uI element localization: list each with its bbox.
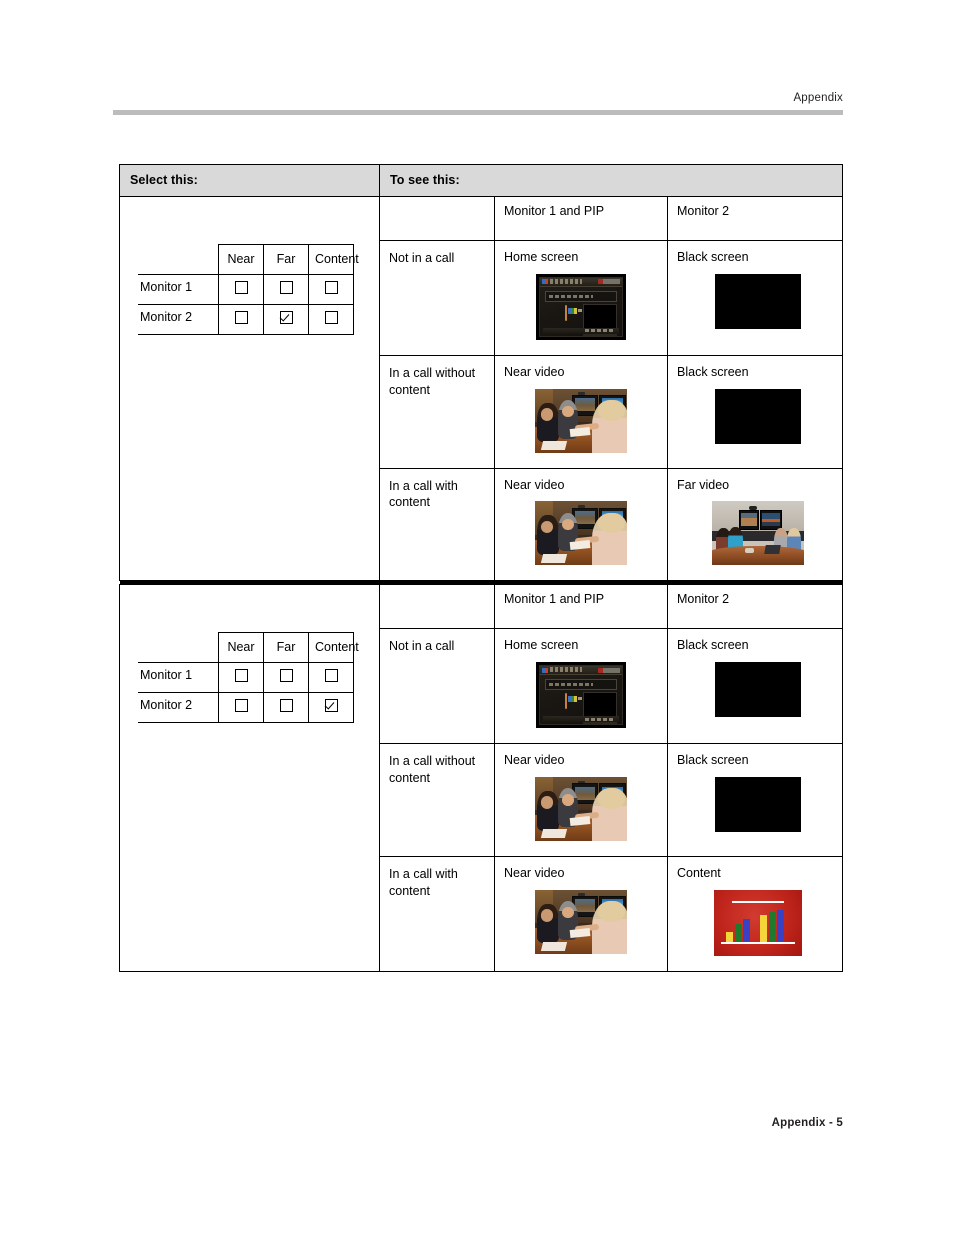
checkbox-checked-icon[interactable] <box>324 699 338 713</box>
checkbox-cell-monitor-2-far[interactable] <box>263 304 309 335</box>
select-col-header-near: Near <box>218 632 264 664</box>
near-video-thumbnail <box>535 501 627 566</box>
section-column-header-row: Near Far Content Monitor 1 Monitor 2 Monitor … <box>119 584 844 972</box>
checkbox-cell-monitor-1-content[interactable] <box>308 662 354 694</box>
select-row-label: Monitor 1 <box>138 274 219 305</box>
checkbox-unchecked-icon[interactable] <box>234 311 248 325</box>
near-video-thumbnail <box>535 388 627 453</box>
page-footer: Appendix - 5 <box>771 1117 843 1129</box>
checkbox-cell-monitor-2-content[interactable] <box>308 692 354 724</box>
call-state-label: In a call with content <box>379 855 495 972</box>
monitor2-cell: Far video <box>666 467 844 582</box>
checkbox-unchecked-icon[interactable] <box>234 699 248 713</box>
select-this-header: Select this: <box>119 164 380 197</box>
select-this-cell-2: Near Far Content Monitor 1 Monitor 2 <box>119 584 380 972</box>
monitor1-cell: Home screen <box>494 628 668 744</box>
monitor2-cell: Black screen <box>666 743 844 857</box>
black-screen-thumbnail <box>715 776 802 832</box>
call-state-label: In a call without content <box>379 743 495 857</box>
checkbox-unchecked-icon[interactable] <box>324 311 338 325</box>
monitor1-cell: Near video <box>494 743 668 857</box>
select-col-header-content: Content <box>308 244 359 275</box>
checkbox-unchecked-icon[interactable] <box>279 669 293 683</box>
checkbox-cell-monitor-1-content[interactable] <box>308 274 354 305</box>
monitor2-cell: Black screen <box>666 354 844 469</box>
section-column-header-row: Near Far Content Monitor 1 Monitor 2 Monitor … <box>119 195 844 582</box>
state-column-header <box>379 196 495 241</box>
checkbox-unchecked-icon[interactable] <box>324 281 338 295</box>
select-table-corner <box>138 632 219 664</box>
select-table-corner <box>138 244 219 275</box>
checkbox-cell-monitor-1-far[interactable] <box>263 662 309 694</box>
select-table-row: Monitor 1 <box>138 662 354 694</box>
checkbox-cell-monitor-1-near[interactable] <box>218 662 264 694</box>
monitor2-column-header: Monitor 2 <box>666 196 844 241</box>
checkbox-unchecked-icon[interactable] <box>234 669 248 683</box>
monitor2-cell: Black screen <box>666 628 844 744</box>
black-screen-thumbnail <box>715 662 802 718</box>
call-state-label: Not in a call <box>379 240 495 356</box>
monitor2-column-header: Monitor 2 <box>666 584 844 630</box>
checkbox-cell-monitor-2-near[interactable] <box>218 692 264 724</box>
checkbox-cell-monitor-1-far[interactable] <box>263 274 309 305</box>
checkbox-cell-monitor-2-far[interactable] <box>263 692 309 724</box>
table-header-row: Select this: To see this: <box>119 164 844 197</box>
call-state-label: In a call without content <box>379 354 495 469</box>
checkbox-unchecked-icon[interactable] <box>324 669 338 683</box>
checkbox-unchecked-icon[interactable] <box>234 281 248 295</box>
select-row-label: Monitor 1 <box>138 662 219 694</box>
select-row-label: Monitor 2 <box>138 692 219 724</box>
checkbox-unchecked-icon[interactable] <box>279 699 293 713</box>
select-this-cell-1: Near Far Content Monitor 1 Monitor 2 <box>119 195 380 582</box>
select-col-header-near: Near <box>218 244 264 275</box>
select-col-header-content: Content <box>308 632 359 664</box>
select-table-row: Monitor 2 <box>138 304 354 335</box>
content-chart-thumbnail <box>714 889 803 956</box>
call-state-label: In a call with content <box>379 467 495 582</box>
monitor1-cell: Near video <box>494 354 668 469</box>
select-this-table-2: Near Far Content Monitor 1 Monitor 2 <box>138 632 359 724</box>
checkbox-cell-monitor-2-near[interactable] <box>218 304 264 335</box>
checkbox-unchecked-icon[interactable] <box>279 281 293 295</box>
home-screen-thumbnail <box>536 273 626 340</box>
select-this-table-1: Near Far Content Monitor 1 Monitor 2 <box>138 244 359 335</box>
monitor-configuration-table: Select this: To see this: Near Far Content Mo… <box>119 164 844 972</box>
call-state-label: Not in a call <box>379 628 495 744</box>
monitor1-cell: Near video <box>494 855 668 972</box>
header-title: Appendix <box>793 92 843 104</box>
state-column-header <box>379 584 495 630</box>
monitor1-pip-column-header: Monitor 1 and PIP <box>494 196 668 241</box>
home-screen-thumbnail <box>536 662 626 729</box>
monitor1-pip-column-header: Monitor 1 and PIP <box>494 584 668 630</box>
near-video-thumbnail <box>535 889 627 954</box>
page-header: Appendix <box>113 92 843 115</box>
select-row-label: Monitor 2 <box>138 304 219 335</box>
monitor2-cell: Content <box>666 855 844 972</box>
near-video-thumbnail <box>535 776 627 841</box>
monitor1-cell: Near video <box>494 467 668 582</box>
monitor2-cell: Black screen <box>666 240 844 356</box>
monitor1-cell: Home screen <box>494 240 668 356</box>
checkbox-cell-monitor-1-near[interactable] <box>218 274 264 305</box>
black-screen-thumbnail <box>715 388 802 444</box>
select-col-header-far: Far <box>263 632 309 664</box>
far-video-thumbnail <box>712 501 805 566</box>
black-screen-thumbnail <box>715 273 802 329</box>
header-rule <box>113 110 843 115</box>
select-col-header-far: Far <box>263 244 309 275</box>
select-table-row: Monitor 2 <box>138 692 354 724</box>
checkbox-cell-monitor-2-content[interactable] <box>308 304 354 335</box>
to-see-this-header: To see this: <box>378 164 844 197</box>
select-table-row: Monitor 1 <box>138 274 354 305</box>
checkbox-checked-icon[interactable] <box>279 311 293 325</box>
